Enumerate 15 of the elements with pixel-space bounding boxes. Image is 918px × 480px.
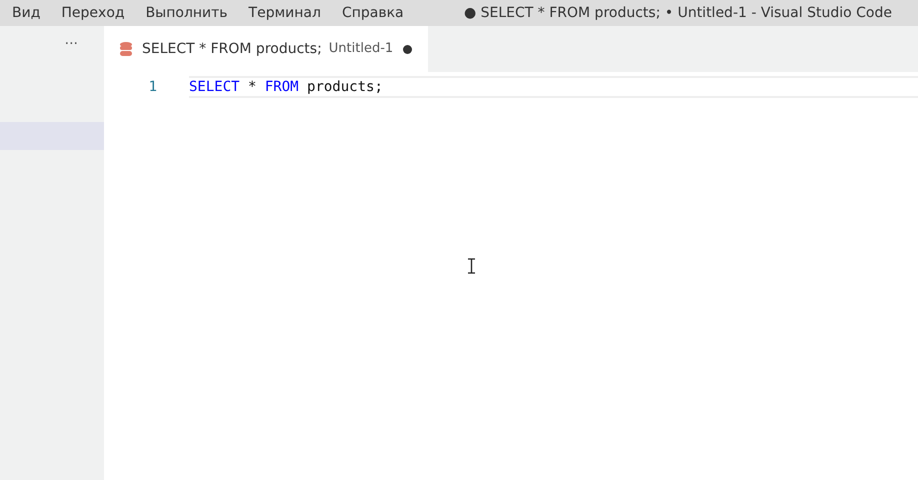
unsaved-dot-icon [403, 44, 412, 54]
menu-item[interactable]: Терминал [236, 2, 330, 24]
tab-description: Untitled-1 [328, 40, 394, 58]
menu-item[interactable]: Выполнить [134, 2, 237, 24]
window-title: ● SELECT * FROM products; • Untitled-1 - Visual Studio Code [464, 4, 892, 22]
text-cursor-icon [467, 258, 476, 274]
line-number: 1 [148, 78, 158, 96]
menu-item[interactable]: Вид [0, 2, 50, 24]
code-line: SELECT * FROM products; [189, 76, 918, 98]
menu-item[interactable]: Справка [330, 2, 413, 24]
menu-item[interactable]: Переход [49, 2, 134, 24]
tab-label: SELECT * FROM products; [142, 40, 322, 58]
editor-tab[interactable]: SELECT * FROM products; Untitled-1 [104, 26, 428, 72]
database-icon [120, 42, 132, 56]
more-actions-button[interactable]: ··· [58, 36, 84, 52]
